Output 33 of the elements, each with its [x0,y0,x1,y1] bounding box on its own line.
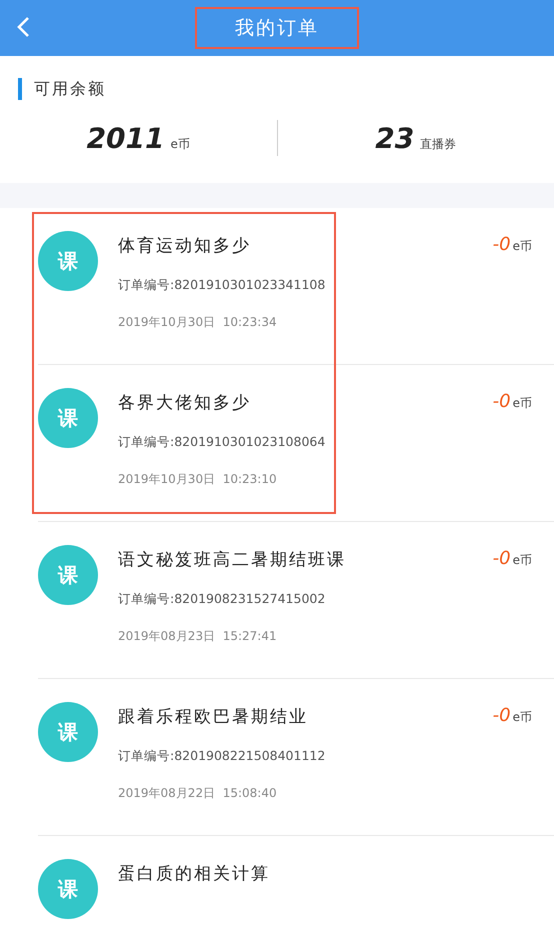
course-badge: 课 [38,859,98,919]
currency-unit: e币 [512,709,532,726]
currency-unit: e币 [512,552,532,569]
currency-unit: e币 [512,238,532,255]
balance-unit: 直播券 [420,136,456,152]
order-amount: -0 [492,391,511,412]
order-title: 跟着乐程欧巴暑期结业 [118,706,309,728]
order-number: 订单编号:8201910301023341108 [118,277,326,294]
order-title: 蛋白质的相关计算 [118,863,270,885]
order-number: 订单编号:8201910301023108064 [118,434,326,451]
balance-value: 2011 [86,122,165,154]
order-amount: -0 [492,234,511,255]
order-time: 2019年10月30日 10:23:34 [118,314,278,331]
order-title: 语文秘笈班高二暑期结班课 [118,549,346,571]
order-time: 2019年10月30日 10:23:10 [118,471,278,488]
order-amount: -0 [492,548,511,569]
page-title: 我的订单 [195,7,359,49]
order-title: 体育运动知多少 [118,235,252,257]
balance-unit: e币 [170,136,190,152]
order-title: 各界大佬知多少 [118,392,252,414]
order-time: 2019年08月23日 15:27:41 [118,628,278,645]
section-label: 可用余额 [34,78,106,100]
course-badge: 课 [38,231,98,291]
currency-unit: e币 [512,395,532,412]
course-badge: 课 [38,388,98,448]
course-badge: 课 [38,545,98,605]
order-time: 2019年08月22日 15:08:40 [118,785,278,802]
balance-value: 23 [375,122,414,154]
section-marker [18,78,22,100]
course-badge: 课 [38,702,98,762]
order-number: 订单编号:8201908221508401112 [118,748,326,765]
order-amount: -0 [492,705,511,726]
order-number: 订单编号:8201908231527415002 [118,591,326,608]
